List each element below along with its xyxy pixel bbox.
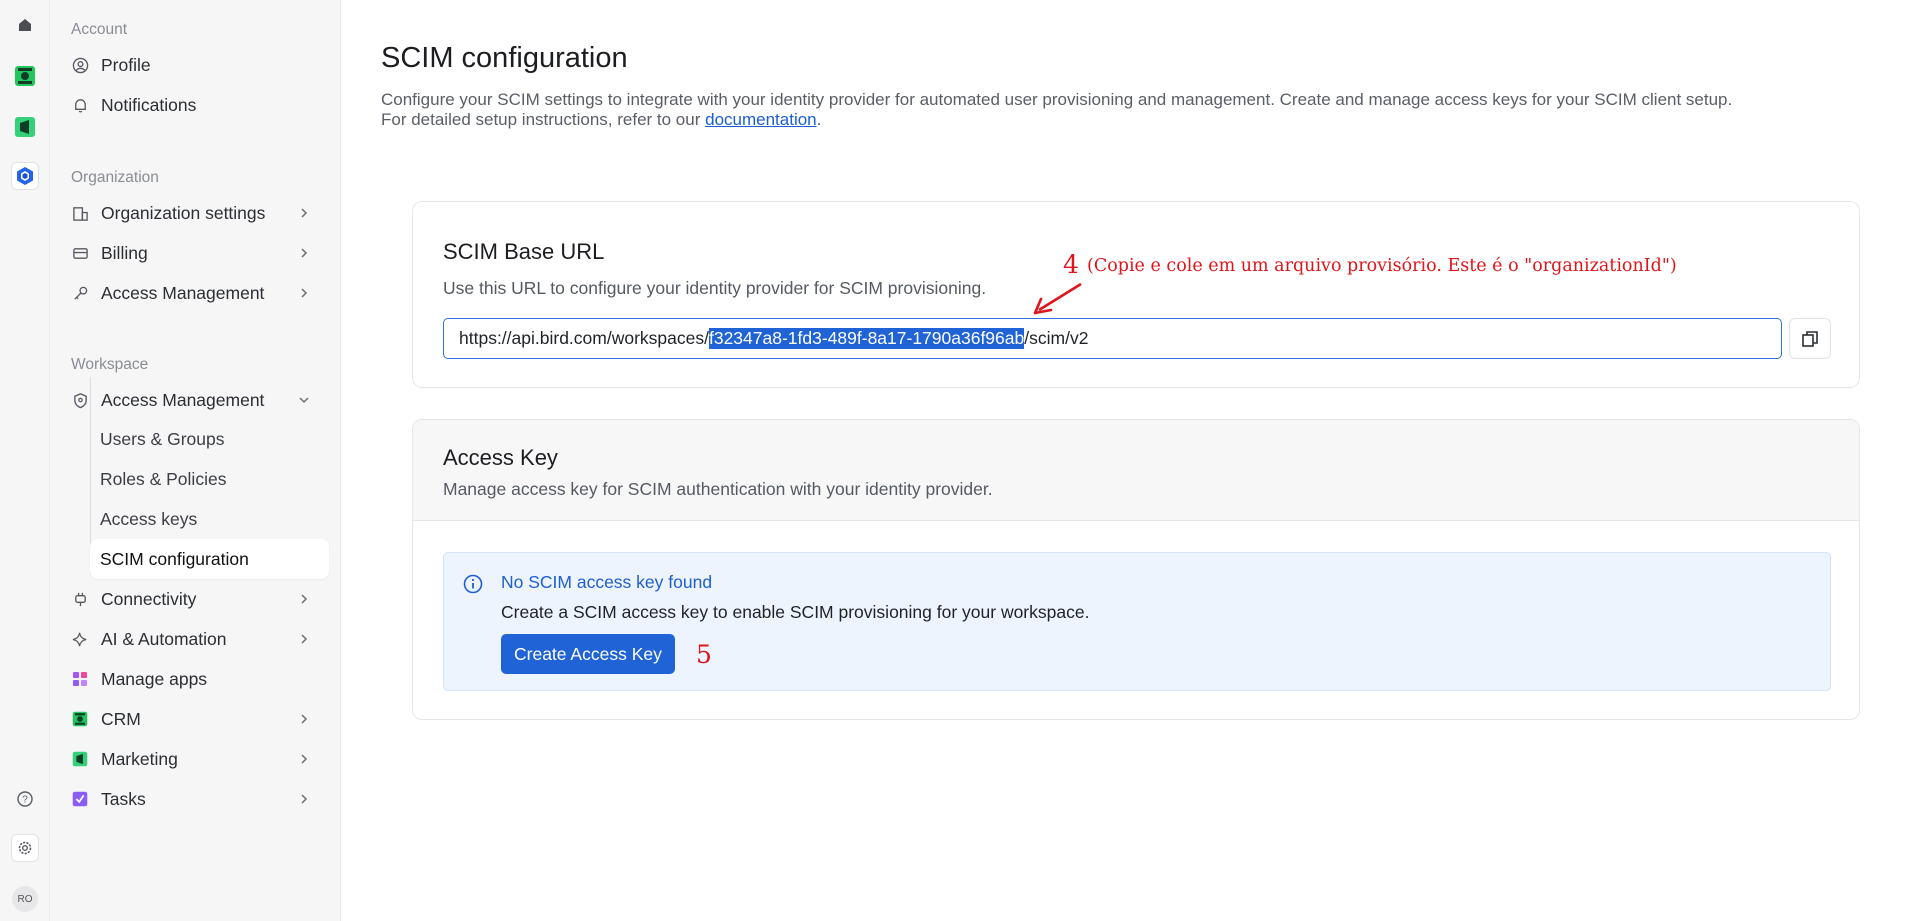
sidebar-item-org-access-management[interactable]: Access Management — [71, 276, 324, 310]
settings-sidebar: Account Profile Notifications Organizati… — [50, 0, 341, 921]
copy-icon — [1802, 330, 1818, 347]
chevron-right-icon — [301, 248, 308, 258]
user-circle-icon — [71, 56, 89, 74]
alert-title: No SCIM access key found — [501, 572, 713, 592]
key-icon — [71, 284, 89, 302]
create-access-key-button[interactable]: Create Access Key — [501, 634, 675, 674]
annotation-arrow — [1033, 282, 1082, 315]
documentation-link[interactable]: documentation — [705, 110, 817, 129]
sparkle-icon — [71, 630, 89, 648]
access-key-card: Access Key Manage access key for SCIM au… — [412, 419, 1860, 720]
sidebar-item-manage-apps[interactable]: Manage apps — [71, 662, 324, 696]
building-icon — [71, 204, 89, 222]
sidebar-item-label: Manage apps — [101, 668, 208, 689]
url-prefix: https://api.bird.com/workspaces/ — [459, 328, 709, 348]
sidebar-item-label: Notifications — [101, 94, 197, 115]
help-icon[interactable]: ? — [11, 785, 39, 813]
sidebar-item-crm[interactable]: CRM — [71, 702, 324, 736]
sidebar-item-roles-policies[interactable]: Roles & Policies — [90, 459, 329, 499]
chevron-right-icon — [301, 634, 308, 644]
annotation-step-4-number: 4 — [1063, 250, 1079, 279]
chevron-right-icon — [301, 754, 308, 764]
annotation-step-5-number: 5 — [696, 640, 712, 669]
bell-icon — [71, 96, 89, 114]
sidebar-item-tasks[interactable]: Tasks — [71, 782, 324, 816]
scim-base-url-card: SCIM Base URL Use this URL to configure … — [412, 201, 1860, 388]
credit-card-icon — [71, 244, 89, 262]
card-header — [413, 420, 1859, 521]
section-title-organization: Organization — [71, 169, 159, 186]
sidebar-item-marketing[interactable]: Marketing — [71, 742, 324, 776]
card-subtitle: Use this URL to configure your identity … — [443, 278, 987, 298]
crm-app-icon — [71, 710, 89, 728]
marketing-app-icon — [71, 750, 89, 768]
chevron-right-icon — [301, 594, 308, 604]
card-subtitle: Manage access key for SCIM authenticatio… — [443, 479, 993, 499]
chevron-right-icon — [301, 288, 308, 298]
chevron-down-icon — [299, 397, 309, 404]
page-description: Configure your SCIM settings to integrat… — [381, 90, 1920, 130]
home-icon[interactable] — [11, 11, 39, 39]
sidebar-item-scim-configuration[interactable]: SCIM configuration — [90, 539, 329, 579]
no-access-key-alert: No SCIM access key found Create a SCIM a… — [443, 552, 1831, 691]
sidebar-item-label: Organization settings — [101, 202, 266, 223]
crm-app-icon[interactable] — [11, 62, 39, 90]
sidebar-item-access-keys[interactable]: Access keys — [90, 499, 329, 539]
sidebar-item-users-groups[interactable]: Users & Groups — [90, 419, 329, 459]
sidebar-item-label: Connectivity — [101, 588, 197, 609]
info-icon — [463, 574, 483, 594]
sidebar-item-label: Access Management — [101, 282, 265, 303]
settings-icon[interactable] — [11, 834, 39, 862]
scim-base-url-input[interactable]: https://api.bird.com/workspaces/f32347a8… — [443, 318, 1782, 359]
apps-grid-icon — [71, 670, 89, 688]
marketing-app-icon[interactable] — [11, 113, 39, 141]
svg-text:?: ? — [22, 795, 28, 806]
sidebar-item-billing[interactable]: Billing — [71, 236, 324, 270]
bird-app-icon[interactable] — [11, 162, 39, 190]
alert-text: Create a SCIM access key to enable SCIM … — [501, 602, 1090, 622]
chevron-right-icon — [301, 794, 308, 804]
copy-button[interactable] — [1789, 318, 1831, 359]
section-title-workspace: Workspace — [71, 356, 149, 373]
sidebar-item-label: Profile — [101, 54, 151, 75]
app-rail: ? RO — [0, 0, 50, 921]
sidebar-item-label: Tasks — [101, 788, 146, 809]
annotation-step-4-text: (Copie e cole em um arquivo provisório. … — [1087, 256, 1677, 276]
sidebar-item-workspace-access-management[interactable]: Access Management — [71, 383, 324, 417]
url-suffix: /scim/v2 — [1024, 328, 1089, 348]
chevron-right-icon — [301, 714, 308, 724]
sidebar-item-notifications[interactable]: Notifications — [71, 88, 324, 122]
url-selected-organization-id: f32347a8-1fd3-489f-8a17-1790a36f96ab — [708, 328, 1025, 349]
plug-icon — [71, 590, 89, 608]
chevron-right-icon — [301, 208, 308, 218]
sidebar-item-label: Billing — [101, 242, 148, 263]
sidebar-item-label: CRM — [101, 708, 141, 729]
sidebar-item-connectivity[interactable]: Connectivity — [71, 582, 324, 616]
shield-icon — [71, 391, 89, 409]
card-title: SCIM Base URL — [443, 239, 605, 264]
description-period: . — [816, 110, 822, 129]
main-content: SCIM configuration Configure your SCIM s… — [341, 0, 1920, 921]
card-title: Access Key — [443, 445, 558, 470]
tasks-app-icon — [71, 790, 89, 808]
sidebar-item-label: Access Management — [101, 389, 265, 410]
sidebar-item-organization-settings[interactable]: Organization settings — [71, 196, 324, 230]
page-title: SCIM configuration — [381, 42, 628, 74]
description-line-1: Configure your SCIM settings to integrat… — [381, 90, 1733, 109]
avatar[interactable]: RO — [12, 886, 38, 912]
sidebar-item-profile[interactable]: Profile — [71, 48, 324, 82]
sidebar-item-label: AI & Automation — [101, 628, 227, 649]
section-title-account: Account — [71, 21, 128, 38]
sidebar-item-label: Marketing — [101, 748, 178, 769]
sidebar-item-ai-automation[interactable]: AI & Automation — [71, 622, 324, 656]
description-line-2: For detailed setup instructions, refer t… — [381, 110, 1920, 130]
description-text: For detailed setup instructions, refer t… — [381, 110, 706, 129]
